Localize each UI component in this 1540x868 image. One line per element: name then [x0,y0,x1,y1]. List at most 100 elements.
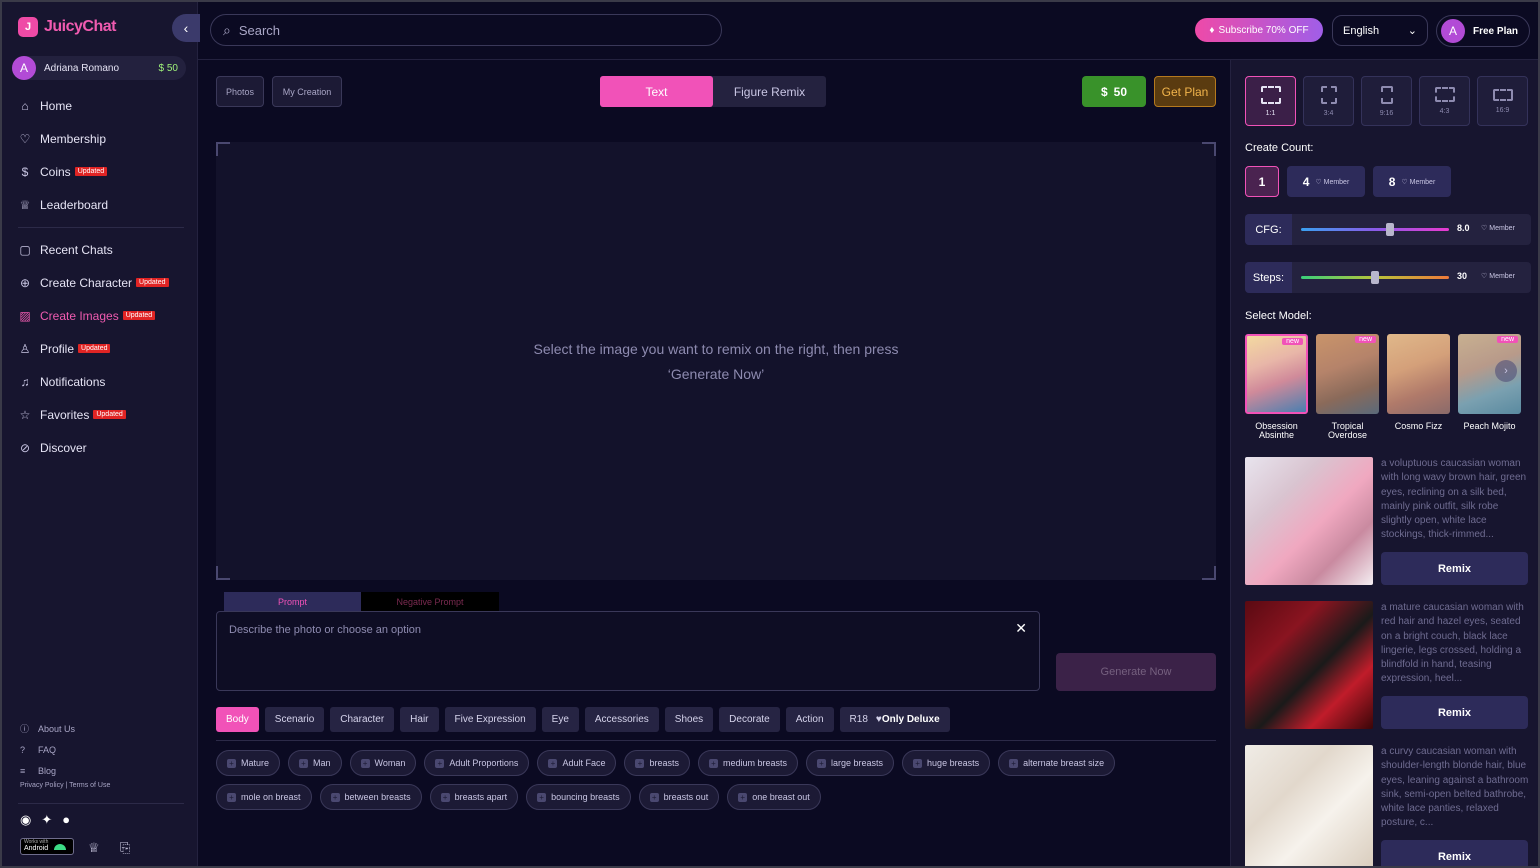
model-option-cosmo-fizz[interactable]: Cosmo Fizz [1387,334,1450,431]
tag-chip[interactable]: + Adult Proportions [424,750,530,776]
logo[interactable]: J JuicyChat [18,17,116,37]
category-tab-action[interactable]: Action [785,707,834,732]
tag-chip[interactable]: + large breasts [806,750,895,776]
tag-chip[interactable]: + huge breasts [902,750,991,776]
category-tab-decorate[interactable]: Decorate [719,707,780,732]
my-creation-button[interactable]: My Creation [272,76,342,107]
sidebar-item-create-images[interactable]: ▨ Create Images Updated [18,299,188,332]
tag-chip[interactable]: + breasts apart [429,784,519,810]
ratio-option-3-4[interactable]: 3:4 [1303,76,1354,126]
sidebar-item-label: Home [40,98,73,113]
count-option-4[interactable]: 4 ♡ Member [1287,166,1365,197]
tab-text[interactable]: Text [600,76,713,107]
collapse-sidebar-button[interactable]: ‹ [172,14,200,42]
tag-label: alternate breast size [1023,758,1105,768]
tag-chip[interactable]: + Mature [216,750,281,776]
sidebar-item-favorites[interactable]: ☆ Favorites Updated [18,398,188,431]
sidebar-item-leaderboard[interactable]: ♕ Leaderboard [18,188,188,221]
ratio-option-1-1[interactable]: 1:1 [1245,76,1296,126]
user-row[interactable]: A Adriana Romano $ 50 [12,56,186,80]
sidebar-item-coins[interactable]: $ Coins Updated [18,155,188,188]
remix-button[interactable]: Remix [1381,552,1528,585]
tab-prompt[interactable]: Prompt [224,592,361,611]
canvas-corner [1202,566,1216,580]
tag-chip[interactable]: + alternate breast size [998,750,1116,776]
discord-icon[interactable]: ◉ [20,812,31,828]
model-option-obsession-absinthe[interactable]: new Obsession Absinthe [1245,334,1308,440]
model-thumbnail: new [1316,334,1379,414]
ratio-option-4-3[interactable]: 4:3 [1419,76,1470,126]
model-option-tropical-overdose[interactable]: new Tropical Overdose [1316,334,1379,440]
get-plan-button[interactable]: Get Plan [1154,76,1216,107]
tab-figure-remix[interactable]: Figure Remix [713,76,826,107]
chevron-right-icon[interactable]: › [1495,360,1517,382]
generate-button[interactable]: Generate Now [1056,653,1216,691]
close-icon[interactable]: ✕ [1015,620,1027,637]
trophy-icon: ♕ [19,197,31,212]
tab-negative-prompt[interactable]: Negative Prompt [361,592,499,611]
category-tab-hair[interactable]: Hair [400,707,439,732]
search-bar[interactable]: ⌕ [210,14,722,46]
remix-card-image[interactable] [1245,601,1373,729]
steps-slider-handle[interactable] [1371,271,1379,284]
count-option-8[interactable]: 8 ♡ Member [1373,166,1451,197]
tag-chip[interactable]: + Adult Face [537,750,617,776]
tag-chip[interactable]: + mole on breast [216,784,312,810]
aspect-frame-icon [1434,87,1455,102]
tag-chip[interactable]: + one breast out [727,784,821,810]
tag-chip[interactable]: + medium breasts [697,750,799,776]
sidebar-item-recent-chats[interactable]: ▢ Recent Chats [18,233,188,266]
legal-links[interactable]: Privacy Policy | Terms of Use [20,782,110,789]
new-badge: new [1282,338,1303,345]
remix-button[interactable]: Remix [1381,696,1528,729]
category-tab-body[interactable]: Body [216,707,259,732]
cfg-slider-track[interactable] [1301,228,1449,231]
category-tab-five-expression[interactable]: Five Expression [444,707,536,732]
language-select[interactable]: English ⌄ [1332,15,1428,46]
updated-badge: Updated [78,344,111,353]
install-app-icon[interactable]: ⎘ [120,840,130,856]
category-tab-scenario[interactable]: Scenario [264,707,325,732]
tag-chip[interactable]: + between breasts [319,784,422,810]
footer-link-faq[interactable]: ? FAQ [20,739,75,760]
footer-link-about-us[interactable]: ⓘ About Us [20,718,75,739]
reddit-icon[interactable]: ● [62,812,70,828]
tag-chip[interactable]: + Man [288,750,342,776]
search-input[interactable] [238,22,679,38]
trophy-icon[interactable]: ♕ [88,840,100,856]
prompt-input[interactable] [229,624,989,674]
sidebar-item-label: Recent Chats [40,242,113,257]
ratio-option-9-16[interactable]: 9:16 [1361,76,1412,126]
photos-button[interactable]: Photos [216,76,264,107]
count-option-1[interactable]: 1 [1245,166,1279,197]
coins-button[interactable]: $ 50 [1082,76,1146,107]
category-tab-character[interactable]: Character [330,707,395,732]
category-tab-r18[interactable]: R18 ♥ Only Deluxe [839,707,950,732]
category-tab-eye[interactable]: Eye [541,707,579,732]
twitter-icon[interactable]: ✦ [41,812,52,828]
tag-chip[interactable]: + breasts [624,750,690,776]
tag-chip[interactable]: + breasts out [638,784,720,810]
tag-chip[interactable]: + Woman [349,750,417,776]
category-tab-shoes[interactable]: Shoes [664,707,714,732]
subscribe-button[interactable]: ♦ Subscribe 70% OFF [1195,18,1323,42]
sidebar-item-home[interactable]: ⌂ Home [18,89,188,122]
android-badge[interactable]: Works with Android [20,838,74,855]
ratio-option-16-9[interactable]: 16:9 [1477,76,1528,126]
category-tab-accessories[interactable]: Accessories [584,707,659,732]
tag-chip[interactable]: + bouncing breasts [526,784,631,810]
remix-button[interactable]: Remix [1381,840,1528,866]
cfg-slider-handle[interactable] [1385,223,1394,236]
sidebar-item-notifications[interactable]: ♫ Notifications [18,365,188,398]
tag-list: + Mature + Man + Woman + Adult Proportions + Adul… [216,750,1216,810]
sidebar-item-membership[interactable]: ♡ Membership [18,122,188,155]
model-option-peach-mojito[interactable]: new Peach Mojito [1458,334,1521,431]
sidebar-item-create-character[interactable]: ⊕ Create Character Updated [18,266,188,299]
remix-card-image[interactable] [1245,745,1373,866]
sidebar-item-profile[interactable]: ♙ Profile Updated [18,332,188,365]
sidebar-item-label: Profile [40,341,75,356]
remix-card-image[interactable] [1245,457,1373,585]
sidebar-item-discover[interactable]: ⊘ Discover [18,431,188,464]
footer-link-blog[interactable]: ≡ Blog [20,760,75,781]
plan-button[interactable]: A Free Plan [1436,15,1530,47]
